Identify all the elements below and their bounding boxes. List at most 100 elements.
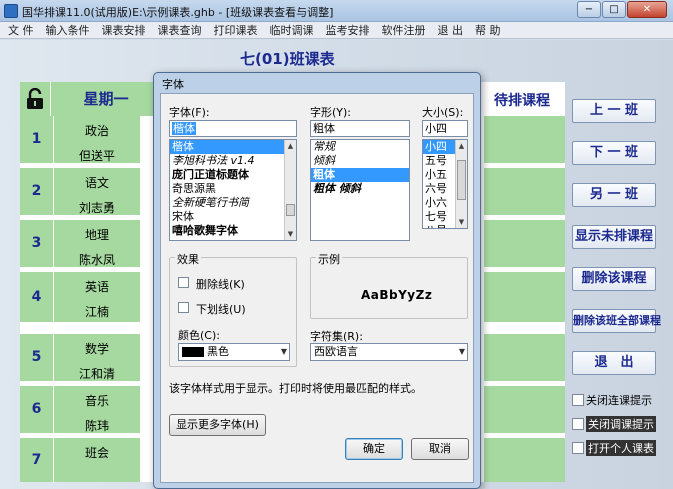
scroll-up-icon[interactable]: ▲ (456, 140, 467, 152)
delete-all-courses-button[interactable]: 删除该班全部课程 (572, 309, 661, 333)
pending-cell[interactable] (484, 272, 565, 322)
font-input[interactable]: 楷体 (169, 120, 297, 137)
next-class-button[interactable]: 下 一 班 (572, 141, 656, 165)
scroll-down-icon[interactable]: ▼ (285, 228, 296, 240)
checkbox[interactable] (572, 442, 584, 454)
open-personal-timetable-checkbox[interactable]: 打开个人课表 (572, 440, 656, 456)
pending-courses-header: 待排课程 (494, 93, 550, 109)
underline-checkbox[interactable] (178, 302, 189, 313)
pending-cell[interactable] (484, 438, 565, 482)
charset-select[interactable]: 西欧语言 ▼ (310, 343, 468, 361)
pending-cell[interactable] (484, 220, 565, 267)
pending-cell[interactable] (484, 116, 565, 163)
course-cell[interactable]: 语文 刘志勇 (54, 168, 140, 215)
sample-group: 示例 AaBbYyZz (310, 251, 468, 319)
close-adjust-hint-checkbox[interactable]: 关闭调课提示 (572, 416, 656, 432)
sample-text: AaBbYyZz (361, 288, 433, 302)
cancel-button[interactable]: 取消 (411, 438, 469, 460)
menu-help[interactable]: 帮 助 (475, 22, 501, 38)
course-cell[interactable]: 英语 江楠 (54, 272, 140, 322)
size-option[interactable]: 小四 (423, 140, 456, 154)
style-option[interactable]: 粗体 (311, 168, 409, 182)
style-option[interactable]: 常规 (311, 140, 409, 154)
font-dialog: 字体 字体(F): 楷体 楷体 李旭科书法 v1.4 庞门正道标题体 奇思源黑 … (153, 72, 481, 489)
lock-toggle[interactable] (20, 82, 50, 116)
checkbox-label: 打开个人课表 (586, 440, 656, 456)
checkbox[interactable] (572, 394, 584, 406)
window-title: 国华排课11.0(试用版)E:\示例课表.ghb - [班级课表查看与调整] (22, 6, 334, 19)
course-cell[interactable]: 政治 但送平 (54, 116, 140, 163)
other-class-button[interactable]: 另 一 班 (572, 183, 656, 207)
pending-cell[interactable] (484, 386, 565, 433)
strikeout-label: 删除线(K) (196, 278, 245, 291)
course-name: 音乐 (84, 394, 109, 408)
pending-cell[interactable] (484, 168, 565, 215)
scroll-thumb[interactable] (457, 160, 466, 200)
color-label: 颜色(C): (178, 329, 220, 342)
exit-button[interactable]: 退 出 (572, 351, 656, 375)
checkbox-label: 关闭调课提示 (586, 416, 656, 432)
strikeout-checkbox[interactable] (178, 277, 189, 288)
menu-exit[interactable]: 退 出 (438, 22, 464, 38)
style-option[interactable]: 倾斜 (311, 154, 409, 168)
menu-exam[interactable]: 监考安排 (326, 22, 370, 38)
close-linked-hint-checkbox[interactable]: 关闭连课提示 (572, 393, 652, 407)
font-option[interactable]: 楷体 (170, 140, 296, 154)
course-cell[interactable]: 班会 (54, 438, 140, 482)
period-number: 6 (20, 386, 53, 433)
color-select[interactable]: 黑色 ▼ (178, 343, 290, 361)
ok-button[interactable]: 确定 (345, 438, 403, 460)
font-option[interactable]: 奇思源黑 (170, 182, 296, 196)
course-name: 语文 (84, 176, 109, 190)
font-list[interactable]: 楷体 李旭科书法 v1.4 庞门正道标题体 奇思源黑 全新硬笔行书简 宋体 嘻哈… (169, 139, 297, 241)
minimize-button[interactable]: − (577, 1, 601, 18)
menu-schedule[interactable]: 课表安排 (102, 22, 146, 38)
menu-query[interactable]: 课表查询 (158, 22, 202, 38)
menu-print[interactable]: 打印课表 (214, 22, 258, 38)
scroll-up-icon[interactable]: ▲ (285, 140, 296, 152)
font-option[interactable]: 全新硬笔行书简 (170, 196, 296, 210)
course-cell[interactable]: 音乐 陈玮 (54, 386, 140, 433)
course-cell[interactable]: 地理 陈水凤 (54, 220, 140, 267)
menu-file[interactable]: 文 件 (8, 22, 34, 38)
style-list[interactable]: 常规 倾斜 粗体 粗体 倾斜 (310, 139, 410, 241)
size-label: 大小(S): (422, 106, 464, 119)
effects-group: 效果 删除线(K) 下划线(U) 颜色(C): 黑色 ▼ (169, 251, 297, 367)
menu-register[interactable]: 软件注册 (382, 22, 426, 38)
period-number: 2 (20, 168, 53, 215)
teacher-name: 江楠 (84, 305, 109, 319)
course-name: 地理 (84, 228, 109, 242)
more-fonts-button[interactable]: 显示更多字体(H) (169, 414, 266, 436)
menu-temp-adjust[interactable]: 临时调课 (270, 22, 314, 38)
unlock-icon (27, 88, 43, 109)
show-unscheduled-button[interactable]: 显示未排课程 (572, 225, 656, 249)
charset-label: 字符集(R): (310, 330, 363, 343)
prev-class-button[interactable]: 上 一 班 (572, 99, 656, 123)
menu-bar: 文 件 输入条件 课表安排 课表查询 打印课表 临时调课 监考安排 软件注册 退… (0, 22, 673, 39)
title-bar: 国华排课11.0(试用版)E:\示例课表.ghb - [班级课表查看与调整] −… (0, 0, 673, 22)
style-input[interactable]: 粗体 (310, 120, 410, 137)
menu-input-conditions[interactable]: 输入条件 (46, 22, 90, 38)
close-button[interactable]: ✕ (627, 1, 667, 18)
size-input[interactable]: 小四 (422, 120, 468, 137)
size-list-scrollbar[interactable]: ▲ ▼ (455, 140, 467, 228)
font-list-scrollbar[interactable]: ▲ ▼ (284, 140, 296, 240)
style-option[interactable]: 粗体 倾斜 (311, 182, 409, 196)
size-list[interactable]: 小四 五号 小五 六号 小六 七号 八号 ▲ ▼ (422, 139, 468, 229)
font-option[interactable]: 庞门正道标题体 (170, 168, 296, 182)
maximize-button[interactable]: □ (602, 1, 626, 18)
pending-cell[interactable] (484, 334, 565, 381)
underline-label: 下划线(U) (196, 303, 246, 316)
scroll-thumb[interactable] (286, 204, 295, 216)
font-option[interactable]: 李旭科书法 v1.4 (170, 154, 296, 168)
delete-course-button[interactable]: 删除该课程 (572, 267, 656, 291)
course-cell[interactable]: 数学 江和清 (54, 334, 140, 381)
chevron-down-icon: ▼ (280, 347, 287, 356)
font-option[interactable]: 宋体 (170, 210, 296, 224)
font-option[interactable]: 嘻哈歌舞字体 (170, 224, 296, 238)
checkbox[interactable] (572, 418, 584, 430)
period-number: 7 (20, 438, 53, 482)
style-label: 字形(Y): (310, 106, 352, 119)
chevron-down-icon: ▼ (458, 347, 465, 356)
scroll-down-icon[interactable]: ▼ (456, 216, 467, 228)
